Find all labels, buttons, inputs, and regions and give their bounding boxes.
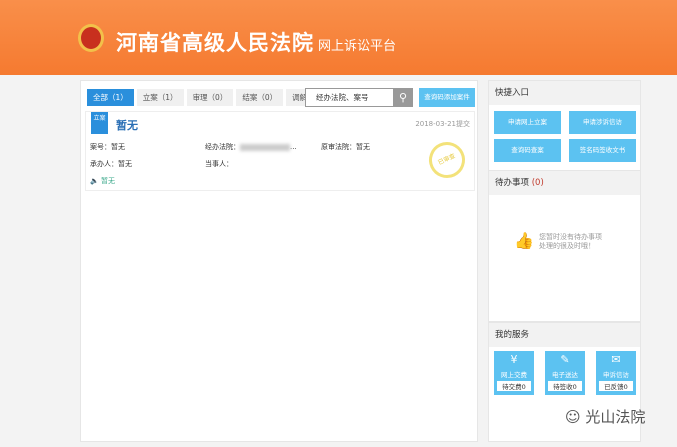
quick-entry-title: 快捷入口 — [489, 81, 640, 105]
envelope-icon: ✉ — [611, 353, 621, 366]
case-date: 2018-03-21提交 — [415, 120, 470, 128]
yen-coin-icon: ¥ — [510, 353, 518, 366]
query-case-button[interactable]: 查询码查案 — [494, 139, 561, 162]
tab-filed[interactable]: 立案（1） — [136, 89, 184, 106]
todo-panel: 待办事项 (0) 👍 您暂时没有待办事项 处理的很及时哦！ — [488, 170, 641, 322]
tab-closed[interactable]: 结案（0） — [236, 89, 284, 106]
case-card[interactable]: 立案 暂无 2018-03-21提交 案号：暂无 经办法院：... 原审法院：暂… — [85, 111, 475, 191]
service-petition[interactable]: ✉ 申诉信访 已反馈0 — [596, 351, 636, 395]
add-case-button[interactable]: 查询码添加案件 — [419, 88, 475, 107]
services-title: 我的服务 — [489, 323, 640, 347]
court-field: 经办法院：... — [205, 143, 297, 151]
tab-all[interactable]: 全部（1） — [87, 89, 134, 106]
wechat-icon: ☺ — [565, 408, 581, 426]
status-ribbon: 立案 — [91, 112, 108, 134]
tab-trial[interactable]: 审理（0） — [186, 89, 234, 106]
court-emblem-logo — [78, 24, 104, 52]
pen-icon: ✎ — [560, 353, 570, 366]
search-icon: ⚲ — [398, 91, 408, 104]
sign-document-button[interactable]: 签名码签收文书 — [569, 139, 636, 162]
thumbs-up-icon: 👍 — [514, 231, 534, 250]
watermark: ☺ 光山法院 — [565, 408, 646, 426]
party: 当事人： — [205, 160, 233, 168]
site-title: 河南省高级人民法院 — [116, 31, 314, 55]
case-title[interactable]: 暂无 — [116, 117, 138, 133]
todo-title: 待办事项 (0) — [489, 171, 640, 195]
judge: 承办人：暂无 — [90, 160, 132, 168]
notice: 🔈 暂无 — [90, 177, 115, 185]
speaker-icon: 🔈 — [90, 177, 99, 185]
service-online-payment[interactable]: ¥ 网上交费 待交费0 — [494, 351, 534, 395]
apply-petition-button[interactable]: 申请涉诉信访 — [569, 111, 636, 134]
todo-empty-line1: 您暂时没有待办事项 — [539, 233, 602, 241]
todo-empty-line2: 处理的很及时哦！ — [539, 242, 595, 250]
original-court: 原审法院：暂无 — [321, 143, 370, 151]
search-button[interactable]: ⚲ — [393, 88, 413, 107]
blurred-court-name — [240, 143, 290, 151]
site-subtitle: 网上诉讼平台 — [318, 39, 397, 54]
service-e-delivery[interactable]: ✎ 电子送达 待签收0 — [545, 351, 585, 395]
apply-online-filing-button[interactable]: 申请网上立案 — [494, 111, 561, 134]
reviewed-stamp: 已审查 — [423, 136, 471, 184]
case-list-panel: 全部（1） 立案（1） 审理（0） 结案（0） 调解（0） 经办法院、案号 ⚲ … — [80, 80, 478, 442]
header: 河南省高级人民法院 网上诉讼平台 — [0, 0, 677, 75]
case-number: 案号：暂无 — [90, 143, 125, 151]
